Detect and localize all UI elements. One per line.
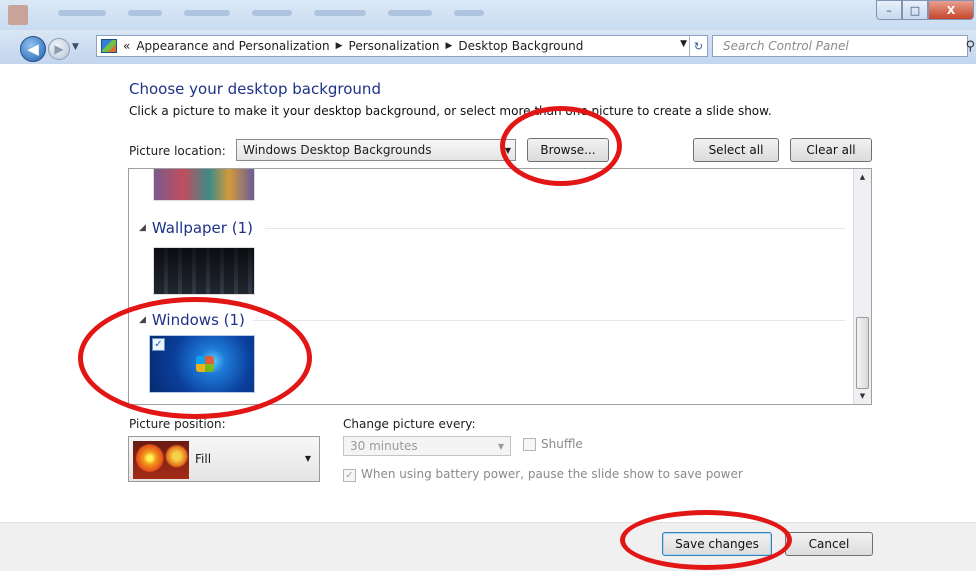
page-title: Choose your desktop background — [129, 80, 381, 98]
picture-position-select[interactable]: Fill ▼ — [128, 436, 320, 482]
group-divider — [265, 228, 845, 229]
maximize-button[interactable]: □ — [902, 0, 928, 20]
select-all-button[interactable]: Select all — [693, 138, 779, 162]
refresh-icon[interactable]: ↻ — [689, 36, 707, 56]
title-bar: – □ X — [0, 0, 976, 30]
recent-pages-dropdown-icon[interactable]: ▼ — [72, 42, 79, 52]
search-input[interactable]: Search Control Panel ⚲ — [712, 35, 975, 57]
close-button[interactable]: X — [928, 0, 974, 20]
picture-location-label: Picture location: — [129, 144, 226, 158]
picture-position-label: Picture position: — [129, 417, 226, 431]
search-placeholder: Search Control Panel — [723, 39, 849, 53]
breadcrumb-desktop-background[interactable]: Desktop Background — [458, 39, 583, 53]
breadcrumb-separator-icon[interactable]: ▶ — [446, 41, 453, 51]
address-dropdown-icon[interactable]: ▼ — [680, 39, 687, 49]
collapse-triangle-icon[interactable]: ◢ — [139, 223, 146, 233]
cancel-button[interactable]: Cancel — [785, 532, 873, 556]
picture-location-select[interactable]: Windows Desktop Backgrounds ▼ — [236, 139, 516, 161]
annotation-circle-save — [620, 510, 792, 570]
battery-pause-checkbox[interactable]: ✓ — [343, 469, 356, 482]
shuffle-checkbox[interactable] — [523, 438, 536, 451]
thumbnail-abstract[interactable] — [153, 169, 255, 201]
page-subtitle: Click a picture to make it your desktop … — [129, 104, 772, 118]
scroll-up-icon[interactable]: ▲ — [854, 169, 871, 185]
clear-all-button[interactable]: Clear all — [790, 138, 872, 162]
breadcrumb-separator-icon[interactable]: ▶ — [336, 41, 343, 51]
thumbnail-cubes[interactable] — [153, 247, 255, 295]
chevron-down-icon: ▼ — [304, 454, 311, 463]
window-controls: – □ X — [876, 0, 974, 20]
breadcrumb-appearance[interactable]: Appearance and Personalization — [136, 39, 329, 53]
search-icon[interactable]: ⚲ — [965, 39, 975, 54]
blurred-ribbon-tabs — [58, 10, 484, 16]
shuffle-label: Shuffle — [541, 437, 583, 451]
flower-preview-image — [133, 441, 189, 479]
scrollbar-thumb[interactable] — [856, 317, 869, 389]
change-picture-value: 30 minutes — [350, 439, 418, 453]
group-wallpaper-label: Wallpaper (1) — [151, 219, 253, 237]
back-arrow-icon[interactable]: ◀ — [20, 36, 46, 62]
picture-location-value: Windows Desktop Backgrounds — [243, 143, 432, 157]
control-panel-icon — [101, 39, 117, 53]
group-divider — [253, 320, 845, 321]
change-picture-select[interactable]: 30 minutes ▼ — [343, 436, 511, 456]
annotation-circle-browse — [500, 106, 622, 186]
scroll-down-icon[interactable]: ▼ — [854, 388, 871, 404]
annotation-circle-windows — [78, 297, 312, 419]
vertical-scrollbar[interactable]: ▲ ▼ — [853, 169, 871, 404]
breadcrumb-overflow[interactable]: « — [123, 39, 130, 53]
address-bar[interactable]: « Appearance and Personalization ▶ Perso… — [96, 35, 708, 57]
app-icon — [8, 5, 28, 25]
picture-position-value: Fill — [195, 452, 212, 466]
chevron-down-icon: ▼ — [497, 442, 504, 451]
battery-pause-label: When using battery power, pause the slid… — [361, 467, 743, 481]
forward-arrow-icon[interactable]: ▶ — [48, 38, 70, 60]
change-picture-label: Change picture every: — [343, 417, 476, 431]
minimize-button[interactable]: – — [876, 0, 902, 20]
breadcrumb-personalization[interactable]: Personalization — [349, 39, 440, 53]
group-wallpaper[interactable]: ◢ Wallpaper (1) — [139, 219, 253, 237]
